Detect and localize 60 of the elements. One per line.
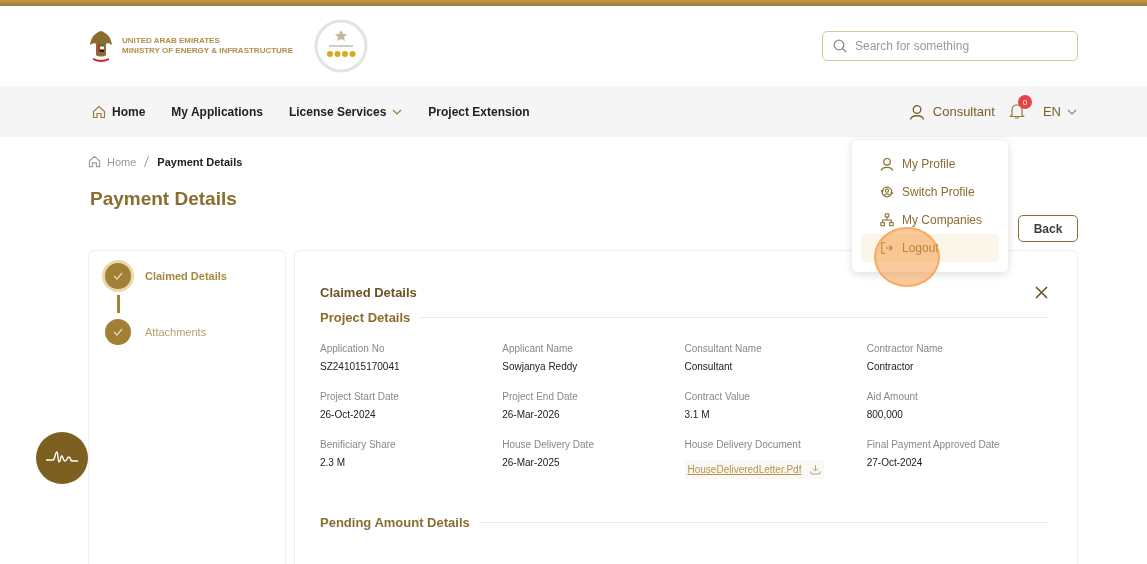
menu-item[interactable]: My Companies [861, 206, 999, 234]
field-label: Benificiary Share [320, 439, 397, 450]
search-icon [833, 39, 847, 53]
logo-text: MINISTRY OF ENERGY & INFRASTRUCTURE [122, 46, 293, 56]
field-value: 26-Oct-2024 [320, 409, 377, 420]
field-value: 3.1 M [684, 409, 711, 420]
field-label: Project End Date [502, 391, 579, 402]
step-link[interactable]: Attachments [145, 326, 207, 345]
section-title: Project Details [320, 310, 411, 325]
field-label: Aid Amount [866, 391, 919, 402]
field-label: Project Start Date [320, 391, 400, 402]
field-label: Final Payment Approved Date [866, 439, 1001, 450]
star-rating-award-icon [313, 18, 369, 74]
field-value: 800,000 [866, 409, 904, 420]
breadcrumb-current: Payment Details [157, 155, 243, 168]
field-value: Sowjanya Reddy [502, 361, 579, 372]
caret-icon [1067, 108, 1077, 115]
user-menu-button[interactable]: Consultant [908, 103, 995, 120]
field-value: 2.3 M [320, 457, 346, 468]
nav-link[interactable]: Home [92, 104, 146, 119]
field-value: Contractor [866, 361, 915, 372]
section-title: Pending Amount Details [320, 515, 470, 530]
field-label: Consultant Name [684, 343, 763, 354]
field-value: SZ241015170041 [320, 361, 401, 372]
breadcrumb-link[interactable]: Home [107, 155, 137, 168]
page-title: Payment Details [90, 188, 237, 210]
notification-count-badge: 0 [1017, 95, 1032, 109]
caret-icon [392, 108, 403, 115]
field-label: Contract Value [684, 391, 751, 402]
close-icon[interactable] [1035, 286, 1048, 299]
step-link[interactable]: Claimed Details [145, 270, 227, 319]
menu-item[interactable]: Switch Profile [861, 178, 999, 206]
ministry-logo[interactable]: UNITED ARAB EMIRATES MINISTRY OF ENERGY & INFRASTRUCTURE [88, 29, 293, 63]
field-label: House Delivery Date [502, 439, 595, 450]
user-icon [880, 157, 894, 171]
field-label: Applicant Name [502, 343, 574, 354]
home-icon [92, 104, 106, 119]
language-selector[interactable]: EN [1042, 104, 1077, 119]
field-label: Contractor Name [866, 343, 944, 354]
field-label: House Delivery Document [684, 439, 802, 450]
field-value: 26-Mar-2025 [502, 457, 561, 468]
nav-link[interactable]: License Services [288, 104, 403, 119]
home-icon [88, 155, 101, 168]
chat-button[interactable] [36, 432, 88, 484]
field-value: 27-Oct-2024 [866, 457, 924, 468]
search-field[interactable]: Search for something [822, 31, 1078, 61]
panel-title: Claimed Details [320, 285, 417, 300]
back-button[interactable]: Back [1018, 215, 1078, 242]
nav-link[interactable]: My Applications [171, 104, 263, 119]
logout-icon [880, 241, 894, 255]
nav-link[interactable]: Project Extension [428, 104, 530, 119]
menu-item[interactable]: My Profile [861, 150, 999, 178]
network-icon [880, 213, 894, 227]
bell-icon[interactable] [1008, 103, 1025, 120]
field-label: Application No [320, 343, 386, 354]
field-value: 26-Mar-2026 [502, 409, 561, 420]
switch-profile-icon [880, 185, 894, 199]
logo-text: UNITED ARAB EMIRATES [122, 36, 221, 46]
field-value: Consultant [684, 361, 734, 372]
user-icon [908, 103, 925, 120]
